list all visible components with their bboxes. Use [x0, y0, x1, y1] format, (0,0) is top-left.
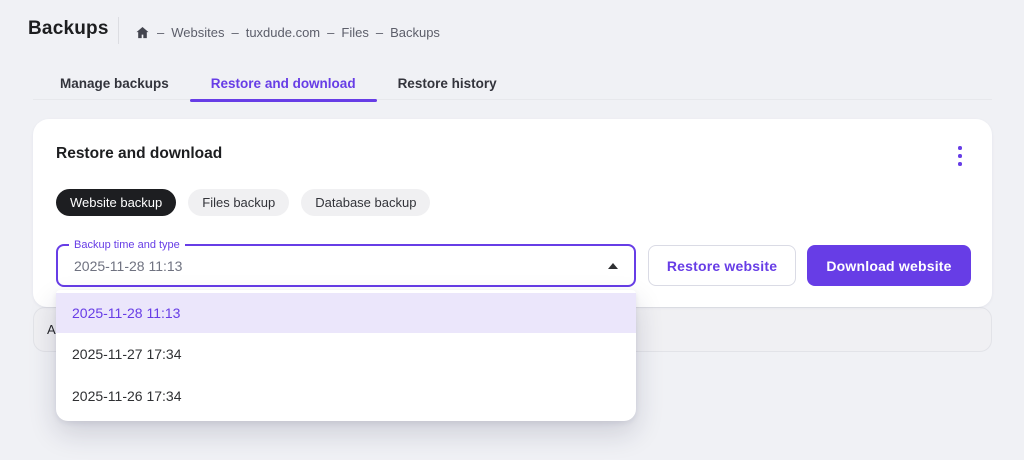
backup-type-chips: Website backup Files backup Database bac… [56, 189, 431, 216]
download-website-button[interactable]: Download website [807, 245, 971, 286]
collapsed-row-text: A [47, 322, 56, 337]
backup-time-select[interactable]: Backup time and type 2025-11-28 11:13 [56, 238, 636, 287]
breadcrumb-item-files[interactable]: Files [341, 25, 368, 40]
backup-time-select-value: 2025-11-28 11:13 [74, 257, 183, 274]
caret-up-icon[interactable] [608, 262, 618, 269]
breadcrumb-separator: – [375, 25, 384, 40]
breadcrumb-separator: – [157, 25, 165, 40]
breadcrumb-item-websites[interactable]: Websites [171, 25, 224, 40]
tab-bar: Manage backups Restore and download Rest… [39, 70, 518, 102]
chip-website-backup[interactable]: Website backup [56, 189, 177, 216]
card-title: Restore and download [56, 145, 223, 162]
dropdown-option-1[interactable]: 2025-11-28 11:13 [56, 293, 636, 333]
home-icon[interactable] [135, 25, 150, 40]
chip-files-backup[interactable]: Files backup [188, 189, 290, 216]
tab-restore-and-download[interactable]: Restore and download [189, 70, 377, 102]
tab-restore-history[interactable]: Restore history [377, 70, 518, 100]
dropdown-option-2[interactable]: 2025-11-27 17:34 [56, 333, 636, 375]
chip-database-backup[interactable]: Database backup [301, 189, 431, 216]
page-title: Backups [28, 18, 109, 39]
breadcrumb: – Websites – tuxdude.com – Files – Backu… [135, 24, 440, 41]
backups-page: Backups – Websites – tuxdude.com – Files… [0, 0, 1024, 460]
restore-website-button[interactable]: Restore website [648, 245, 796, 286]
backup-time-dropdown-menu: 2025-11-28 11:13 2025-11-27 17:34 2025-1… [56, 290, 636, 421]
kebab-menu-icon[interactable] [950, 144, 970, 168]
tab-manage-backups[interactable]: Manage backups [39, 70, 190, 100]
restore-and-download-card: Restore and download Website backup File… [33, 119, 992, 307]
breadcrumb-separator: – [327, 25, 335, 40]
header-divider [118, 17, 119, 44]
breadcrumb-separator: – [231, 25, 239, 40]
breadcrumb-item-backups[interactable]: Backups [390, 25, 440, 40]
breadcrumb-item-domain[interactable]: tuxdude.com [246, 25, 320, 40]
dropdown-option-3[interactable]: 2025-11-26 17:34 [56, 375, 636, 417]
